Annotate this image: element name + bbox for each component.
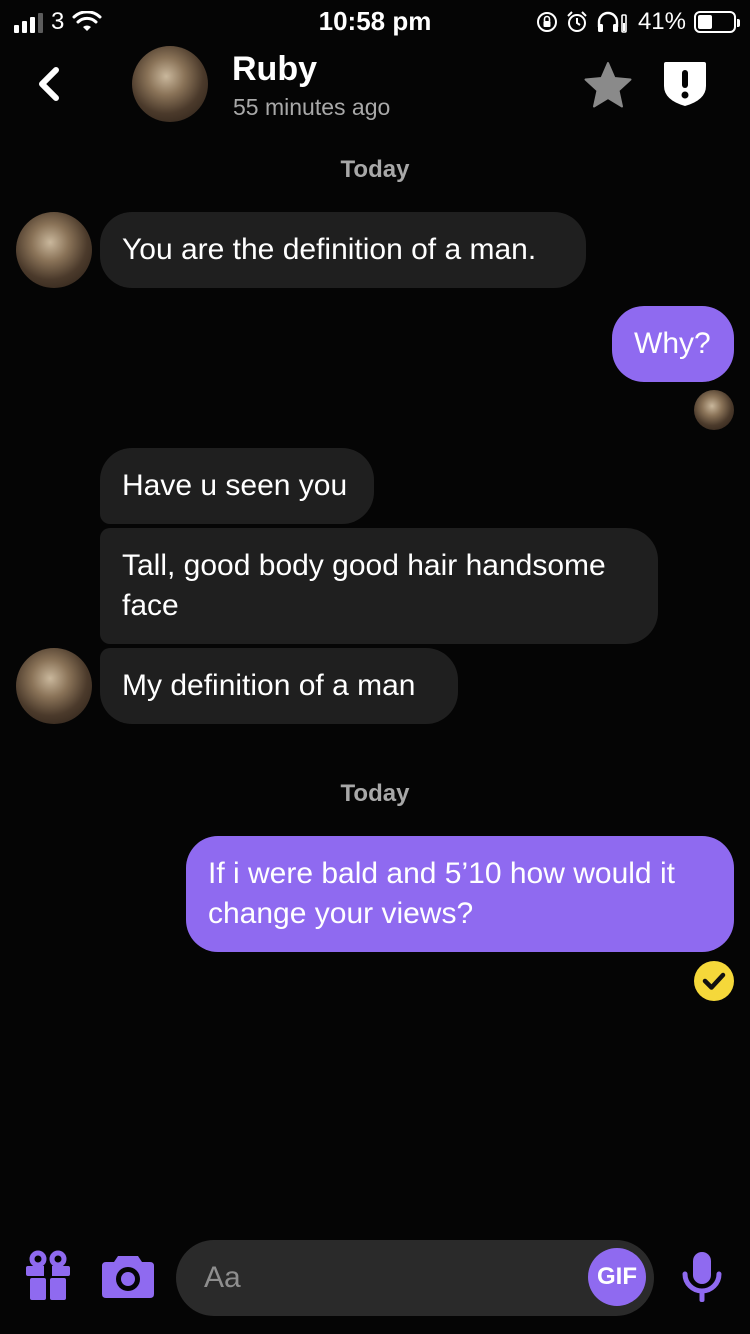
status-right: 41% [536,8,740,36]
back-chevron-icon[interactable] [30,62,70,106]
message-incoming[interactable]: You are the definition of a man. [100,212,586,288]
battery-percent: 41% [637,8,686,35]
battery-fill [698,15,712,29]
camera-icon[interactable] [100,1250,156,1302]
gift-icon[interactable] [22,1250,74,1302]
chat-header: Ruby 55 minutes ago [0,44,750,140]
message-incoming[interactable]: Tall, good body good hair handsome face [100,528,658,644]
read-receipt-icon [694,961,734,1001]
report-icon[interactable] [660,58,710,108]
message-outgoing[interactable]: If i were bald and 5’10 how would it cha… [186,836,734,952]
microphone-icon[interactable] [680,1250,724,1306]
battery-icon [694,11,740,33]
sender-avatar[interactable] [16,648,92,724]
day-separator: Today [340,780,410,807]
message-incoming[interactable]: Have u seen you [100,448,374,524]
gif-button[interactable]: GIF [588,1248,646,1306]
sender-avatar[interactable] [16,212,92,288]
message-incoming[interactable]: My definition of a man [100,648,458,724]
star-icon[interactable] [582,60,634,112]
message-composer: GIF [0,1238,750,1318]
status-bar: 3 10:58 pm 41% [0,0,750,44]
day-separator: Today [340,156,410,183]
contact-avatar[interactable] [132,46,208,122]
seen-avatar [694,390,734,430]
rotation-lock-icon [536,12,557,32]
contact-name[interactable]: Ruby [232,50,317,89]
message-input[interactable] [176,1240,654,1316]
message-outgoing[interactable]: Why? [612,306,734,382]
headphones-icon [597,11,627,33]
last-seen-status: 55 minutes ago [233,94,391,120]
alarm-icon [567,11,587,32]
